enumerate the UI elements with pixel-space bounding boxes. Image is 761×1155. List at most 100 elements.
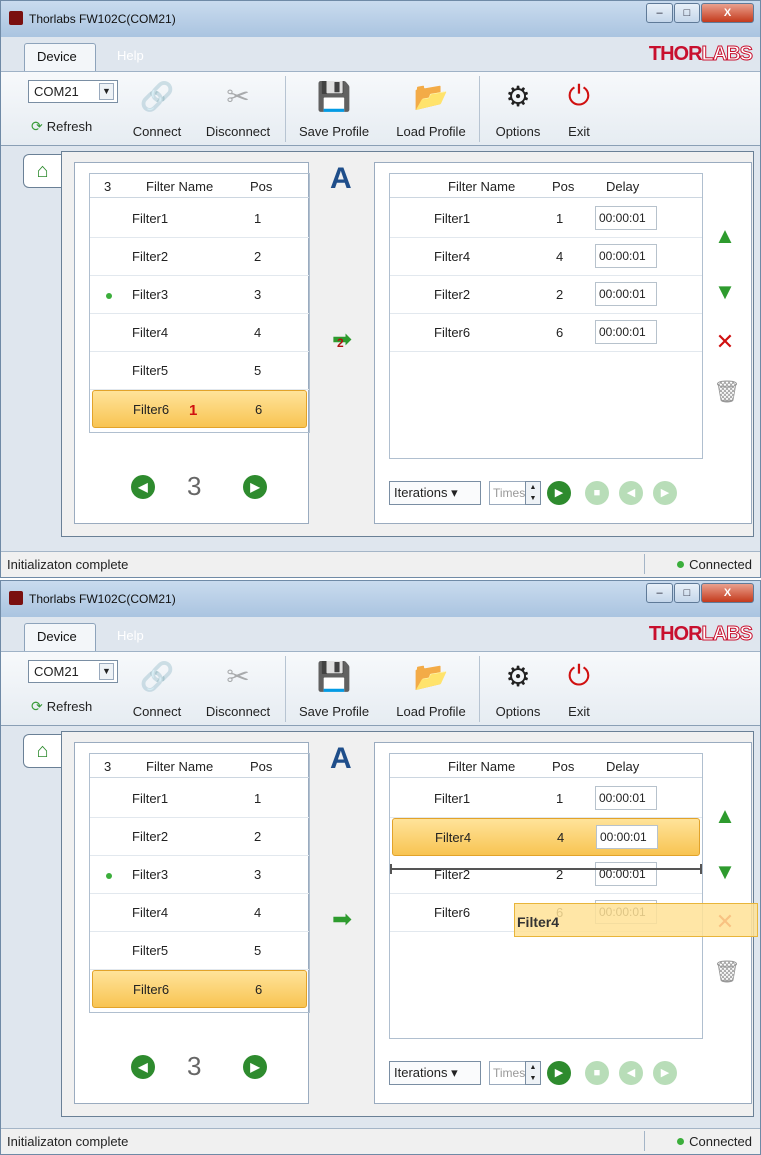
annotation-letter-a: A: [330, 742, 352, 775]
drop-indicator: [390, 864, 702, 874]
sequence-panel: Filter Name Pos Delay Filter1 1 00:00:01 F…: [374, 162, 752, 524]
sequence-row[interactable]: Filter6600:00:01: [390, 314, 702, 352]
floppy-icon: 💾: [316, 660, 352, 692]
close-button[interactable]: X: [701, 3, 754, 23]
tab-help[interactable]: Help: [105, 43, 156, 71]
next-position-button[interactable]: ▶: [243, 1055, 267, 1079]
refresh-button[interactable]: ⟳ Refresh: [31, 118, 92, 135]
sequence-row[interactable]: Filter4 4 00:00:01: [390, 238, 702, 276]
thorlabs-logo: THORLABS: [648, 623, 754, 646]
filter-row[interactable]: Filter1 1: [90, 200, 309, 238]
sequence-list: Filter Name Pos Delay Filter1 1 00:00:01 F…: [389, 753, 703, 1039]
filter-row[interactable]: Filter4 4: [90, 314, 309, 352]
delay-field[interactable]: 00:00:01: [596, 825, 658, 849]
sequence-row[interactable]: Filter1 1 00:00:01: [390, 780, 702, 818]
options-button[interactable]: ⚙ Options: [490, 656, 546, 720]
previous-position-button[interactable]: ◀: [131, 475, 155, 499]
com-port-select[interactable]: COM21 ▼: [28, 660, 118, 683]
sequence-list: Filter Name Pos Delay Filter1 1 00:00:01 F…: [389, 173, 703, 459]
filter-row[interactable]: Filter3 3: [90, 276, 309, 314]
previous-icon[interactable]: ◀: [619, 1061, 643, 1085]
filter-row[interactable]: Filter5 5: [90, 932, 309, 970]
tab-help[interactable]: Help: [105, 623, 156, 651]
link-icon: 🔗: [139, 660, 175, 692]
stop-icon[interactable]: ■: [585, 1061, 609, 1085]
move-down-icon[interactable]: ▼: [713, 859, 737, 885]
menu-bar: Device Help THORLABS: [1, 617, 760, 651]
move-up-icon[interactable]: ▲: [713, 223, 737, 249]
sequence-panel: Filter Name Pos Delay Filter1 1 00:00:01 F…: [374, 742, 758, 1104]
tab-device[interactable]: Device: [24, 623, 96, 651]
move-up-icon[interactable]: ▲: [713, 803, 737, 829]
next-icon[interactable]: ▶: [653, 481, 677, 505]
next-icon[interactable]: ▶: [653, 1061, 677, 1085]
filter-row[interactable]: Filter1 1: [90, 780, 309, 818]
disconnect-button[interactable]: ✂ Disconnect: [199, 76, 277, 140]
options-button[interactable]: ⚙ Options: [490, 76, 546, 140]
maximize-button[interactable]: □: [674, 583, 700, 603]
move-down-icon[interactable]: ▼: [713, 279, 737, 305]
close-button[interactable]: X: [701, 583, 754, 603]
sequence-row[interactable]: Filter1 1 00:00:01: [390, 200, 702, 238]
previous-position-button[interactable]: ◀: [131, 1055, 155, 1079]
refresh-button[interactable]: ⟳ Refresh: [31, 698, 92, 715]
delete-icon[interactable]: ✕: [713, 329, 737, 355]
main-panel: 3 Filter Name Pos Filter1 1 Filter2 2 Filt…: [61, 151, 754, 537]
exit-button[interactable]: ⏻ Exit: [557, 76, 601, 140]
filter-row[interactable]: Filter2 2: [90, 238, 309, 276]
delay-field[interactable]: 00:00:01: [595, 282, 657, 306]
sequence-list-header: Filter Name Pos Delay: [390, 756, 702, 778]
delay-field[interactable]: 00:00:01: [595, 786, 657, 810]
delay-field[interactable]: 00:00:01: [595, 862, 657, 886]
exit-button[interactable]: ⏻ Exit: [557, 656, 601, 720]
com-port-select[interactable]: COM21 ▼: [28, 80, 118, 103]
thorlabs-logo: THORLABS: [648, 43, 754, 66]
delay-field[interactable]: 00:00:01: [595, 206, 657, 230]
refresh-icon: ⟳: [31, 118, 43, 134]
filter-row-selected[interactable]: Filter6 1 6: [92, 390, 307, 428]
maximize-button[interactable]: □: [674, 3, 700, 23]
minimize-button[interactable]: –: [646, 583, 673, 603]
connect-button[interactable]: 🔗 Connect: [129, 76, 185, 140]
iterations-select[interactable]: Iterations ▾: [389, 1061, 481, 1085]
sequence-row-selected[interactable]: Filter4 4 00:00:01: [392, 818, 700, 856]
iterations-select[interactable]: Iterations ▾: [389, 481, 481, 505]
save-profile-button[interactable]: 💾 Save Profile: [295, 76, 373, 140]
drag-ghost: Filter4: [514, 903, 758, 937]
connect-button[interactable]: 🔗 Connect: [129, 656, 185, 720]
play-icon[interactable]: ▶: [547, 481, 571, 505]
sequence-row[interactable]: Filter2 2 00:00:01: [390, 856, 702, 894]
current-position-icon: [106, 873, 112, 879]
next-position-button[interactable]: ▶: [243, 475, 267, 499]
separator: [285, 76, 286, 142]
load-profile-button[interactable]: 📂 Load Profile: [391, 76, 471, 140]
stop-icon[interactable]: ■: [585, 481, 609, 505]
home-tab[interactable]: ⌂: [23, 734, 61, 768]
add-to-sequence-button[interactable]: ➡ 2: [332, 328, 358, 352]
filter-row[interactable]: Filter2 2: [90, 818, 309, 856]
window-title: Thorlabs FW102C(COM21): [29, 12, 176, 26]
delay-field[interactable]: 00:00:01: [595, 244, 657, 268]
trash-icon[interactable]: 🗑: [713, 959, 741, 985]
home-icon: ⌂: [36, 740, 49, 762]
minimize-button[interactable]: –: [646, 3, 673, 23]
sequence-row[interactable]: Filter2 2 00:00:01: [390, 276, 702, 314]
load-profile-button[interactable]: 📂 Load Profile: [391, 656, 471, 720]
previous-icon[interactable]: ◀: [619, 481, 643, 505]
floppy-icon: 💾: [316, 80, 352, 112]
filter-row-selected[interactable]: Filter6 6: [92, 970, 307, 1008]
times-spinner[interactable]: ▲ ▼: [525, 481, 541, 505]
save-profile-button[interactable]: 💾 Save Profile: [295, 656, 373, 720]
disconnect-button[interactable]: ✂ Disconnect: [199, 656, 277, 720]
filter-row[interactable]: Filter5 5: [90, 352, 309, 390]
trash-icon[interactable]: 🗑: [713, 379, 741, 405]
filter-row[interactable]: Filter4 4: [90, 894, 309, 932]
filter-row[interactable]: Filter3 3: [90, 856, 309, 894]
home-tab[interactable]: ⌂: [23, 154, 61, 188]
delay-field[interactable]: 00:00:01: [595, 320, 657, 344]
tab-device[interactable]: Device: [24, 43, 96, 71]
add-to-sequence-button[interactable]: ➡: [332, 908, 358, 932]
play-icon[interactable]: ▶: [547, 1061, 571, 1085]
times-spinner[interactable]: ▲ ▼: [525, 1061, 541, 1085]
link-icon: 🔗: [139, 80, 175, 112]
